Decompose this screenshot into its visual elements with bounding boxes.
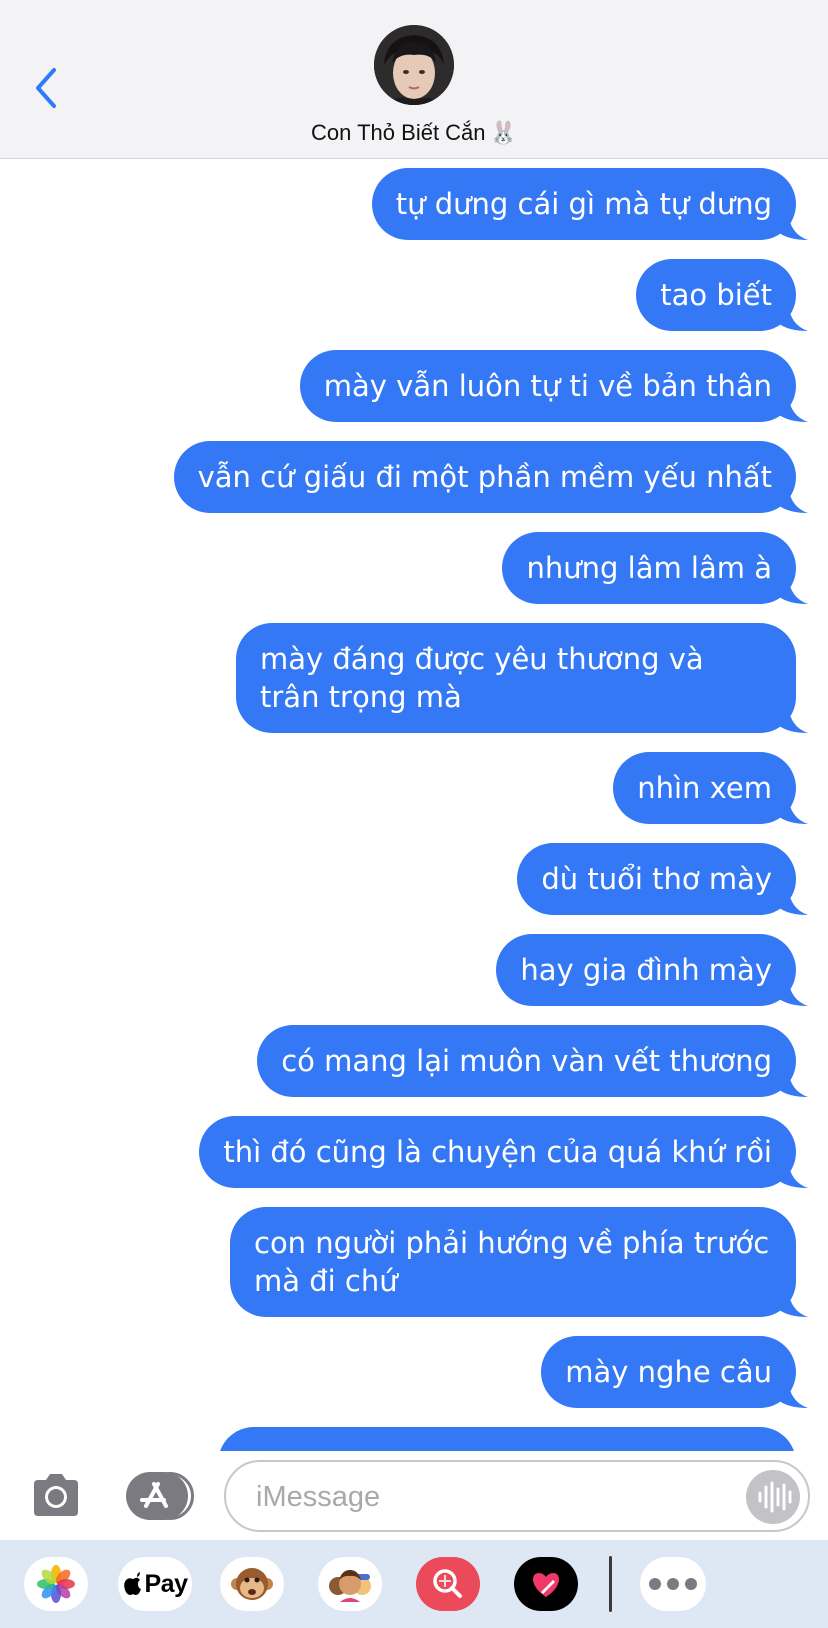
bubble-tail	[778, 1289, 808, 1317]
digital-touch-button[interactable]	[514, 1557, 578, 1611]
app-drawer: Pay	[0, 1540, 828, 1628]
message-row: thì đó cũng là chuyện của quá khứ rồi	[199, 1116, 808, 1188]
memoji-stickers-icon	[329, 1570, 371, 1602]
message-text: con người phải hướng về phía trước mà đi…	[254, 1226, 770, 1298]
message-text: tao biết	[660, 278, 772, 312]
sent-message-bubble[interactable]: vẫn cứ giấu đi một phần mềm yếu nhất	[173, 441, 808, 513]
apps-button[interactable]	[126, 1472, 194, 1520]
memoji-stickers-button[interactable]	[318, 1557, 382, 1611]
message-row: nhìn xem	[613, 752, 808, 824]
bubble-tail	[778, 212, 808, 240]
sent-message-bubble[interactable]: hay gia đình mày	[496, 934, 808, 1006]
apple-pay-button[interactable]: Pay	[118, 1557, 192, 1611]
audio-record-button[interactable]	[746, 1470, 800, 1524]
sent-message-bubble[interactable]: mày đáng được yêu thương và trân trọng m…	[236, 623, 808, 733]
message-row: tao biết	[636, 259, 808, 331]
photos-app-icon	[37, 1565, 75, 1603]
digital-touch-icon	[533, 1573, 559, 1597]
bubble-tail	[778, 1380, 808, 1408]
conversation-header: Con Thỏ Biết Cắn 🐰	[0, 0, 828, 159]
sent-message-bubble[interactable]: thì đó cũng là chuyện của quá khứ rồi	[199, 1116, 808, 1188]
apple-pay-label: Pay	[144, 1569, 188, 1598]
images-search-icon	[433, 1569, 462, 1598]
message-text: mày nghe câu	[565, 1355, 772, 1389]
contact-name-text: Con Thỏ Biết Cắn	[311, 120, 486, 145]
back-button[interactable]	[30, 64, 64, 112]
message-thread[interactable]: tự dưng cái gì mà tự dưng tao biết mày v…	[0, 160, 828, 1451]
sent-message-bubble[interactable]: mày vẫn luôn tự ti về bản thân	[299, 350, 808, 422]
bubble-tail	[778, 1160, 808, 1188]
camera-button[interactable]	[28, 1468, 84, 1524]
sent-message-bubble[interactable]: dù tuổi thơ mày	[517, 843, 808, 915]
avatar-photo	[374, 25, 454, 105]
chevron-left-icon	[36, 68, 56, 108]
message-text: vẫn cứ giấu đi một phần mềm yếu nhất	[197, 460, 772, 494]
bubble-tail	[778, 887, 808, 915]
message-text: mày vẫn luôn tự ti về bản thân	[323, 369, 772, 403]
compose-bar	[0, 1452, 828, 1540]
bubble-tail	[778, 796, 808, 824]
more-dots-icon	[649, 1578, 697, 1590]
message-text: tự dưng cái gì mà tự dưng	[395, 187, 772, 221]
message-row: có mang lại muôn vàn vết thương	[257, 1025, 808, 1097]
bubble-tail	[778, 394, 808, 422]
bubble-tail	[778, 576, 808, 604]
sent-message-bubble-partial[interactable]	[218, 1427, 796, 1451]
message-text: thì đó cũng là chuyện của quá khứ rồi	[223, 1135, 772, 1169]
message-text: mày đáng được yêu thương và trân trọng m…	[260, 642, 704, 714]
apple-pay-icon	[123, 1572, 141, 1595]
monkey-animoji-icon	[231, 1568, 273, 1600]
sent-message-bubble[interactable]: tự dưng cái gì mà tự dưng	[371, 168, 808, 240]
message-text: nhìn xem	[637, 771, 772, 805]
message-row: tự dưng cái gì mà tự dưng	[371, 168, 808, 240]
bubble-tail	[778, 303, 808, 331]
bubble-tail	[778, 978, 808, 1006]
sent-message-bubble[interactable]: con người phải hướng về phía trước mà đi…	[230, 1207, 808, 1317]
images-search-button[interactable]	[416, 1557, 480, 1611]
message-input[interactable]	[254, 1478, 698, 1516]
bubble-tail	[778, 485, 808, 513]
sent-message-bubble[interactable]: nhìn xem	[613, 752, 808, 824]
message-row: dù tuổi thơ mày	[517, 843, 808, 915]
message-text: có mang lại muôn vàn vết thương	[281, 1044, 772, 1078]
sent-message-bubble[interactable]: mày nghe câu	[541, 1336, 808, 1408]
message-row: con người phải hướng về phía trước mà đi…	[230, 1207, 808, 1317]
sent-message-bubble[interactable]: tao biết	[636, 259, 808, 331]
contact-avatar[interactable]	[374, 25, 454, 105]
message-text: nhưng lâm lâm à	[526, 551, 772, 585]
audio-waveform-icon	[758, 1481, 792, 1513]
rabbit-emoji: 🐰	[489, 121, 517, 146]
camera-icon	[34, 1474, 78, 1516]
more-apps-button[interactable]	[640, 1557, 706, 1611]
bubble-tail	[778, 1069, 808, 1097]
app-store-icon	[140, 1482, 168, 1508]
animoji-button[interactable]	[220, 1557, 284, 1611]
message-row: vẫn cứ giấu đi một phần mềm yếu nhất	[173, 441, 808, 513]
message-row: hay gia đình mày	[496, 934, 808, 1006]
bubble-tail	[778, 705, 808, 733]
contact-name[interactable]: Con Thỏ Biết Cắn 🐰	[0, 120, 828, 146]
sent-message-bubble[interactable]: nhưng lâm lâm à	[502, 532, 808, 604]
imessage-field[interactable]	[224, 1460, 810, 1532]
message-text: hay gia đình mày	[520, 953, 772, 987]
message-row: nhưng lâm lâm à	[502, 532, 808, 604]
drawer-divider	[609, 1556, 612, 1612]
message-row	[218, 1427, 796, 1451]
message-text: dù tuổi thơ mày	[541, 862, 772, 896]
sent-message-bubble[interactable]: có mang lại muôn vàn vết thương	[257, 1025, 808, 1097]
message-row: mày đáng được yêu thương và trân trọng m…	[236, 623, 808, 733]
message-row: mày vẫn luôn tự ti về bản thân	[299, 350, 808, 422]
photos-app-button[interactable]	[24, 1557, 88, 1611]
message-row: mày nghe câu	[541, 1336, 808, 1408]
